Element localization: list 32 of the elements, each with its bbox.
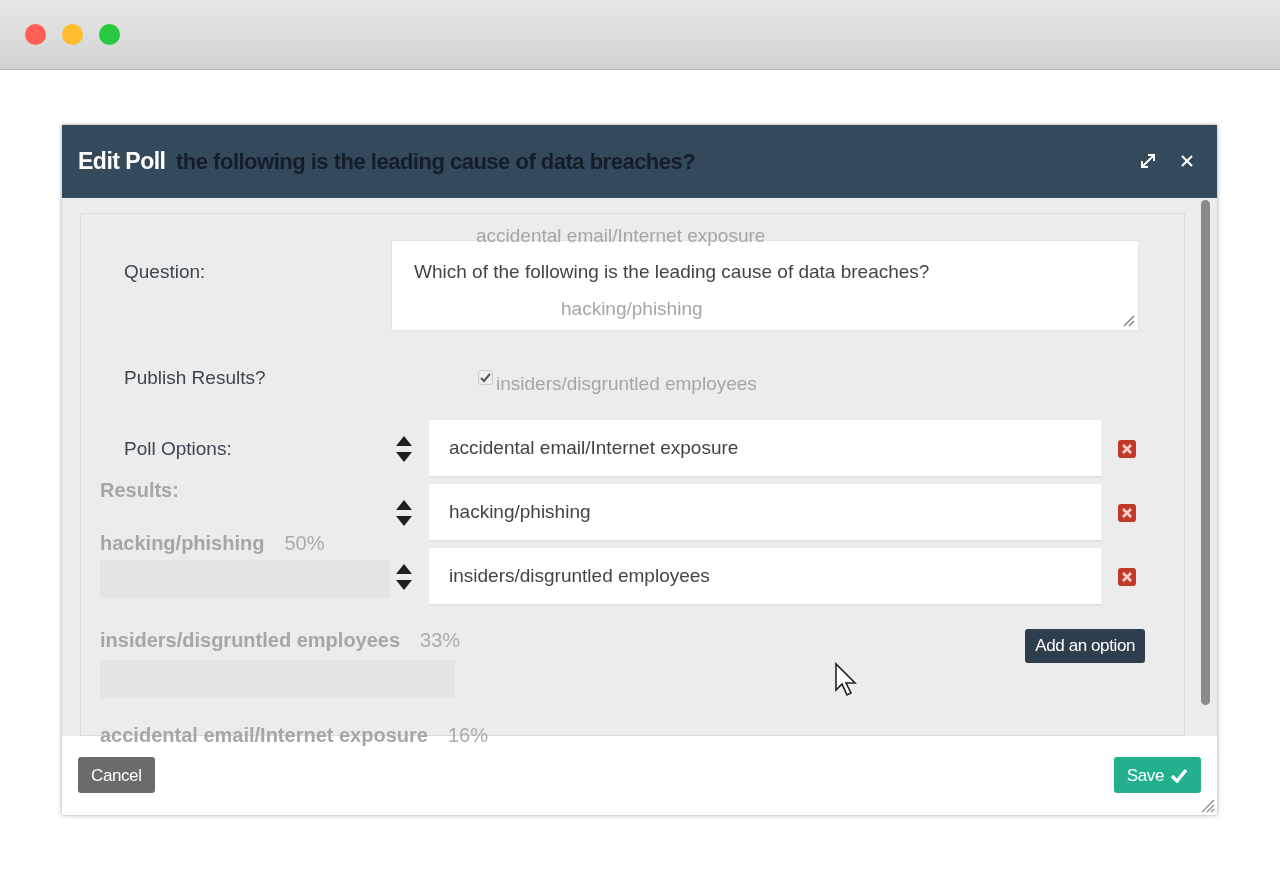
background-result-label: accidental email/Internet exposure — [100, 723, 428, 748]
resize-handle-icon[interactable] — [1201, 799, 1215, 813]
dialog-title: Edit Poll — [78, 147, 166, 176]
expand-icon[interactable] — [1139, 152, 1157, 171]
close-icon[interactable] — [1181, 155, 1193, 168]
publish-results-label: Publish Results? — [123, 365, 267, 390]
delete-icon[interactable] — [1117, 439, 1137, 459]
background-option: insiders/disgruntled employees — [496, 370, 757, 399]
background-result-percent: 50% — [284, 531, 325, 556]
reorder-icon[interactable] — [395, 563, 413, 591]
background-option: hacking/phishing — [561, 295, 703, 324]
background-result-percent: 33% — [420, 628, 461, 653]
option-field[interactable]: insiders/disgruntled employees — [429, 548, 1101, 606]
reorder-icon[interactable] — [395, 499, 413, 527]
check-icon — [1170, 767, 1188, 783]
background-results-label: Results: — [100, 478, 179, 503]
scrollbar-thumb[interactable] — [1201, 199, 1210, 705]
resize-handle-icon[interactable] — [1123, 314, 1135, 327]
publish-results-checkbox[interactable] — [478, 370, 493, 386]
delete-icon[interactable] — [1117, 567, 1137, 587]
delete-icon[interactable] — [1117, 503, 1137, 523]
background-result-percent: 16% — [447, 723, 488, 748]
background-result-label: hacking/phishing — [100, 531, 265, 556]
mouse-cursor-icon — [834, 662, 860, 698]
add-option-button[interactable]: Add an option — [1025, 629, 1145, 663]
option-field[interactable]: hacking/phishing — [429, 484, 1101, 542]
background-result-label: insiders/disgruntled employees — [100, 628, 401, 653]
poll-options-label: Poll Options: — [124, 437, 233, 461]
reorder-icon[interactable] — [395, 435, 413, 463]
option-field[interactable]: accidental email/Internet exposure — [429, 420, 1101, 478]
question-label: Question: — [123, 259, 207, 284]
cancel-button[interactable]: Cancel — [78, 757, 155, 794]
